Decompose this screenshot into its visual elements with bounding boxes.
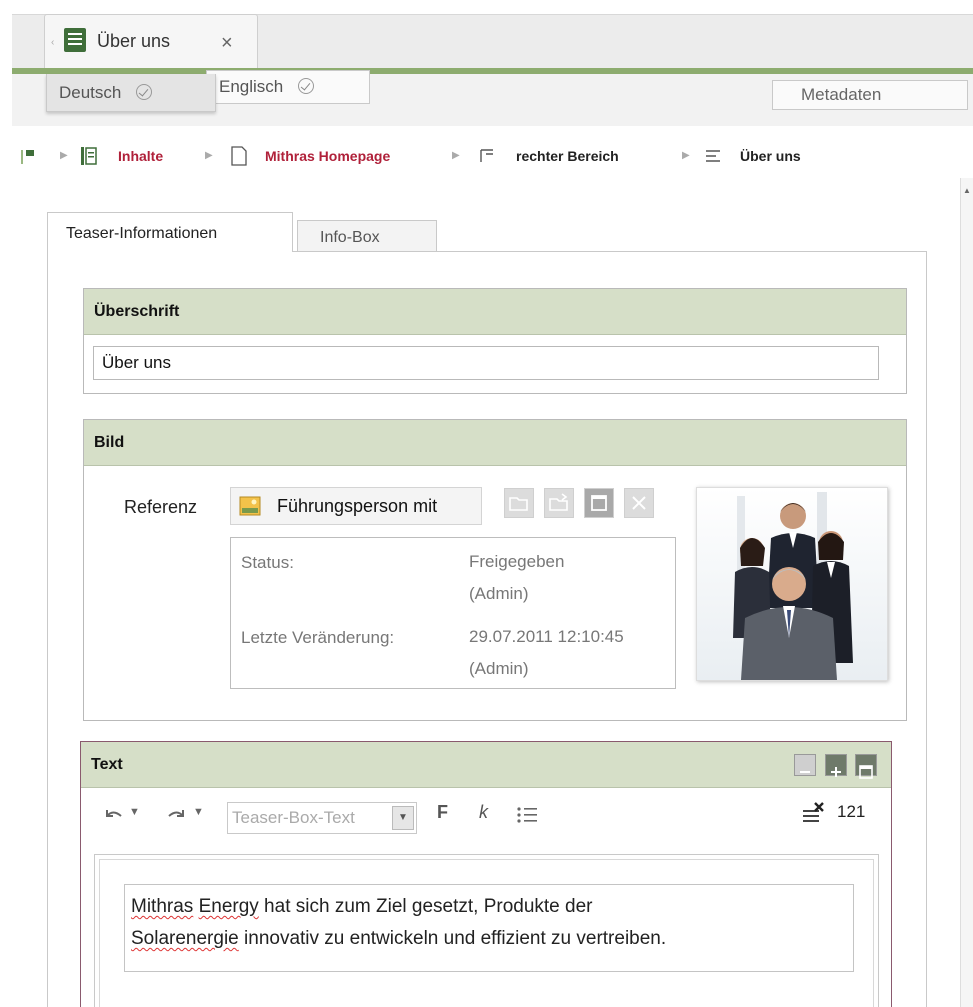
text-word: Mithras bbox=[131, 896, 194, 917]
metadata-button[interactable]: Metadaten bbox=[772, 80, 968, 110]
image-preview[interactable] bbox=[696, 487, 888, 681]
redo-dropdown-icon[interactable]: ▼ bbox=[193, 806, 204, 818]
image-icon bbox=[239, 496, 261, 516]
section-title: Text bbox=[81, 742, 891, 788]
status-value: Freigegeben bbox=[469, 552, 565, 571]
content-tabs: Teaser-Informationen Info-Box bbox=[47, 212, 927, 252]
reference-value: Führungsperson mit bbox=[277, 496, 438, 516]
expand-button[interactable] bbox=[824, 754, 847, 777]
open-folder-button[interactable] bbox=[504, 488, 534, 518]
tab-info-box[interactable]: Info-Box bbox=[297, 220, 437, 252]
close-icon bbox=[632, 496, 646, 510]
editor-frame: Mithras Energy hat sich zum Ziel gesetzt… bbox=[94, 854, 879, 1007]
breadcrumb-item-rechter-bereich: rechter Bereich bbox=[516, 148, 619, 164]
language-tab-german[interactable]: Deutsch bbox=[46, 74, 216, 112]
image-section: Bild Referenz Führungsperson mit Status: bbox=[83, 419, 907, 721]
check-circle-icon bbox=[136, 84, 153, 100]
changed-label: Letzte Veränderung: bbox=[241, 628, 395, 647]
tab-scroll-left-icon[interactable]: ‹ bbox=[51, 37, 54, 48]
reference-label: Referenz bbox=[124, 497, 198, 517]
language-label: Deutsch bbox=[59, 83, 122, 102]
text-section: Text ▼ ▼ Teaser-Box-Text ▼ F k 121 Mithr… bbox=[80, 741, 892, 1007]
chevron-right-icon: ▶ bbox=[60, 150, 68, 161]
language-tab-english[interactable]: Englisch bbox=[206, 70, 370, 104]
changed-value: 29.07.2011 12:10:45 bbox=[469, 627, 624, 646]
chevron-right-icon: ▶ bbox=[205, 150, 213, 161]
breadcrumb-item-mithras-homepage[interactable]: Mithras Homepage bbox=[265, 148, 390, 164]
vertical-scrollbar[interactable] bbox=[960, 178, 973, 1007]
tree-root-icon[interactable] bbox=[20, 148, 40, 166]
close-icon[interactable]: × bbox=[221, 33, 233, 53]
language-bar: Englisch Deutsch Metadaten bbox=[12, 70, 973, 126]
heading-input[interactable]: Über uns bbox=[93, 346, 879, 380]
window-icon bbox=[859, 765, 873, 779]
business-people-photo bbox=[697, 488, 887, 680]
text-run: innovativ zu entwickeln und effizient zu… bbox=[238, 928, 667, 949]
status-user: (Admin) bbox=[469, 584, 529, 603]
undo-dropdown-icon[interactable]: ▼ bbox=[129, 806, 140, 818]
check-circle-icon bbox=[298, 78, 314, 94]
section-title: Bild bbox=[84, 420, 906, 466]
reference-field[interactable]: Führungsperson mit bbox=[230, 487, 482, 525]
status-box: Status: Freigegeben (Admin) Letzte Verän… bbox=[230, 537, 676, 689]
plus-icon bbox=[830, 767, 841, 777]
redo-icon[interactable] bbox=[165, 806, 189, 826]
clear-formatting-icon[interactable] bbox=[801, 802, 827, 826]
section-title-label: Text bbox=[91, 756, 123, 773]
chevron-down-icon: ▼ bbox=[392, 806, 414, 830]
folder-export-icon bbox=[549, 493, 568, 511]
scroll-up-icon[interactable]: ▲ bbox=[963, 186, 971, 195]
document-tab[interactable]: ‹ Über uns × bbox=[44, 14, 258, 70]
tab-teaser-informationen[interactable]: Teaser-Informationen bbox=[47, 212, 293, 252]
language-label: Englisch bbox=[219, 77, 284, 96]
status-label: Status: bbox=[241, 553, 294, 572]
chevron-right-icon: ▶ bbox=[682, 150, 690, 161]
editor-frame-inner: Mithras Energy hat sich zum Ziel gesetzt… bbox=[99, 859, 874, 1007]
editor-toolbar: ▼ ▼ Teaser-Box-Text ▼ F k 121 bbox=[81, 788, 891, 846]
document-tabbar: ‹ Über uns × bbox=[0, 0, 973, 74]
page-icon bbox=[231, 146, 247, 166]
maximize-button[interactable] bbox=[855, 754, 877, 779]
changed-user: (Admin) bbox=[469, 659, 529, 678]
page-list-icon bbox=[64, 28, 86, 52]
text-word: Energy bbox=[198, 896, 259, 917]
collapse-button[interactable] bbox=[794, 754, 817, 776]
heading-section: Überschrift Über uns bbox=[83, 288, 907, 394]
rich-text-editor[interactable]: Mithras Energy hat sich zum Ziel gesetzt… bbox=[124, 884, 854, 972]
text-run: hat sich zum Ziel gesetzt, Produkte der bbox=[258, 896, 593, 917]
italic-button[interactable]: k bbox=[479, 802, 488, 823]
text-word: Solarenergie bbox=[131, 928, 239, 949]
window-icon bbox=[591, 495, 607, 511]
preview-button[interactable] bbox=[584, 488, 614, 518]
chevron-right-icon: ▶ bbox=[452, 150, 460, 161]
bullet-list-icon[interactable] bbox=[515, 804, 539, 826]
breadcrumb-item-inhalte[interactable]: Inhalte bbox=[118, 148, 163, 164]
pages-icon bbox=[81, 147, 97, 165]
undo-icon[interactable] bbox=[101, 806, 125, 826]
document-tab-title: Über uns bbox=[97, 31, 171, 51]
section-title: Überschrift bbox=[84, 289, 906, 335]
minus-icon bbox=[800, 771, 811, 773]
character-count: 121 bbox=[837, 802, 866, 821]
section-icon bbox=[480, 149, 493, 162]
list-icon bbox=[706, 150, 720, 162]
folder-open-icon bbox=[509, 497, 528, 511]
bold-button[interactable]: F bbox=[437, 802, 448, 823]
breadcrumb: ▶ Inhalte ▶ Mithras Homepage ▶ rechter B… bbox=[0, 140, 960, 176]
paragraph-style-select[interactable]: Teaser-Box-Text ▼ bbox=[227, 802, 417, 834]
paragraph-style-value: Teaser-Box-Text bbox=[232, 808, 355, 827]
export-button[interactable] bbox=[544, 488, 574, 518]
remove-reference-button[interactable] bbox=[624, 488, 654, 518]
breadcrumb-item-ueber-uns: Über uns bbox=[740, 148, 801, 164]
